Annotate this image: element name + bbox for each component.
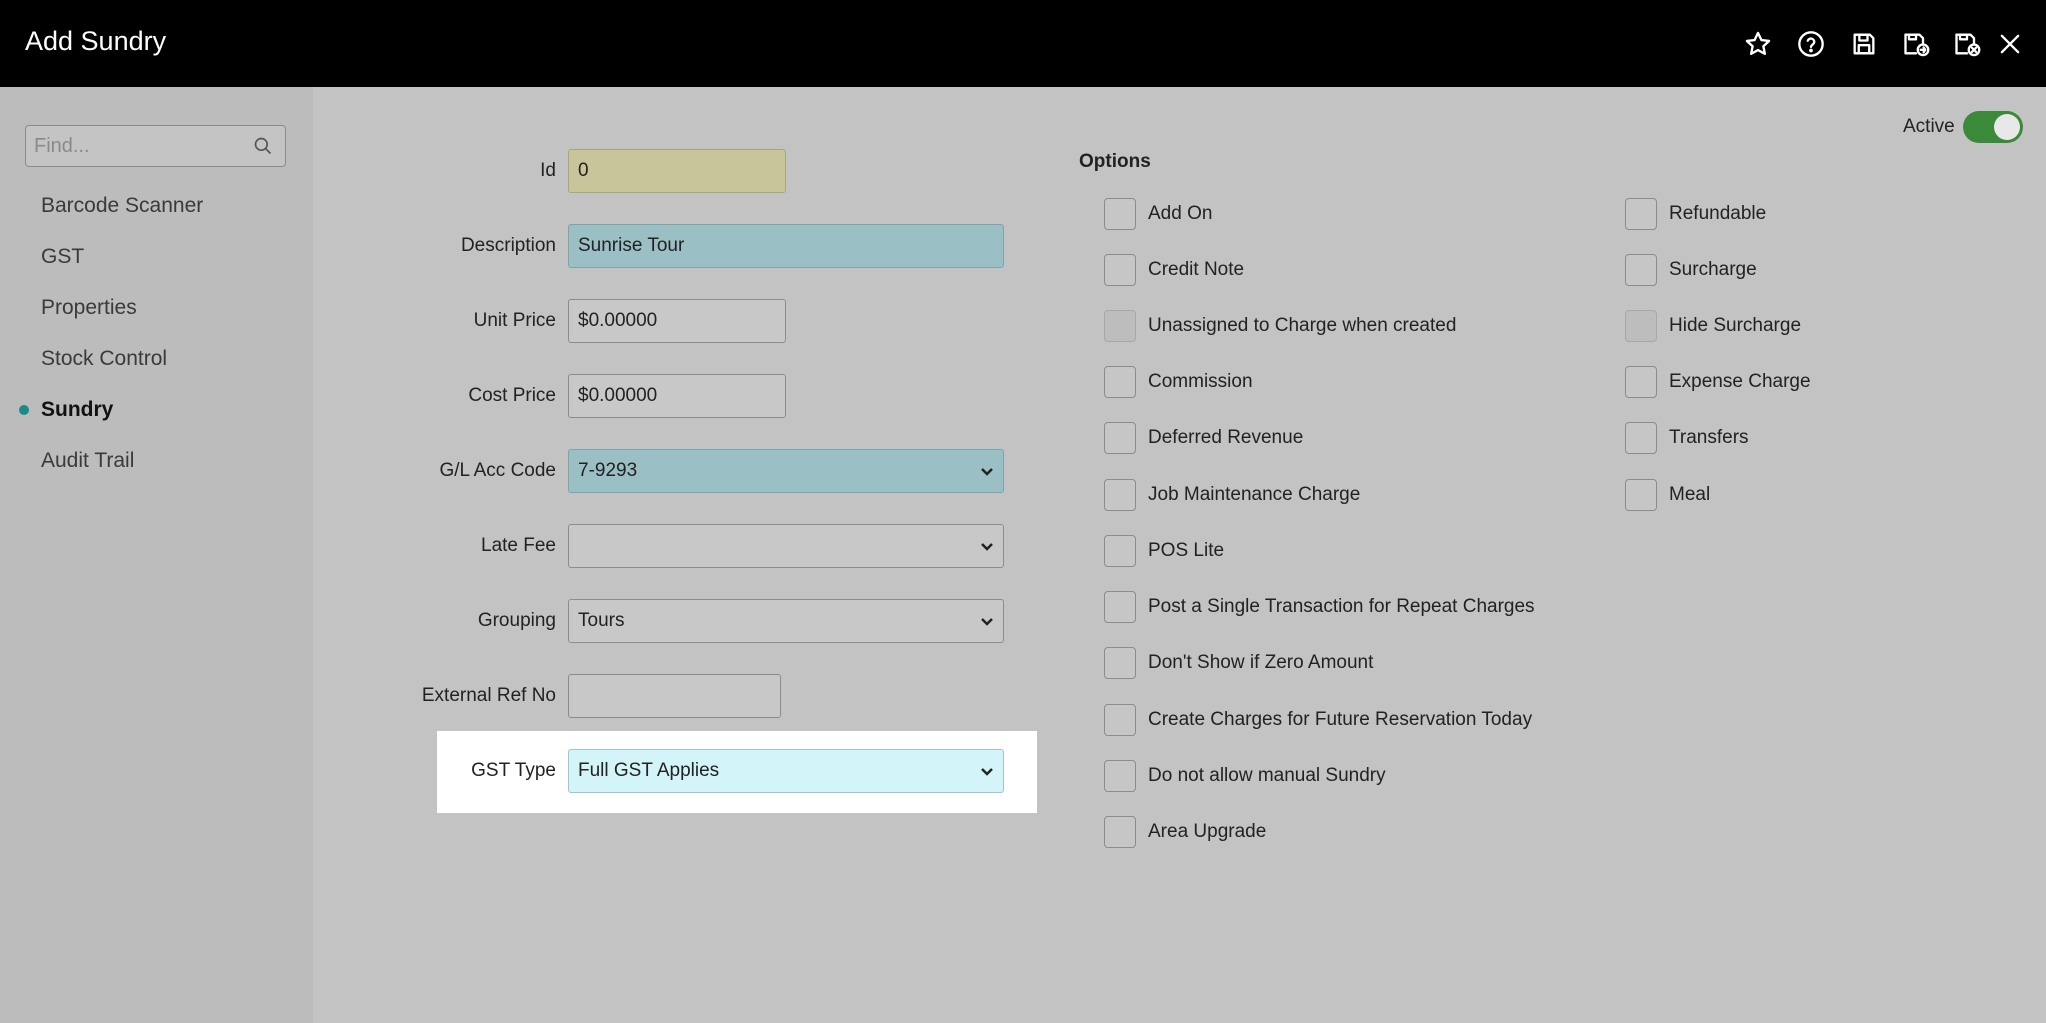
- cost-price-field[interactable]: $0.00000: [568, 374, 786, 418]
- active-toggle[interactable]: [1963, 111, 2023, 143]
- search-input[interactable]: [34, 126, 254, 166]
- checkbox-commission[interactable]: [1104, 366, 1136, 398]
- checkbox-unassigned-to-charge: [1104, 310, 1136, 342]
- checkbox-label: Area Upgrade: [1148, 821, 1267, 842]
- gl-acc-code-select[interactable]: 7-9293: [568, 449, 1004, 493]
- checkbox-label: Refundable: [1669, 203, 1767, 224]
- id-label: Id: [540, 160, 556, 181]
- active-label: Active: [1903, 116, 1955, 137]
- gl-acc-code-label: G/L Acc Code: [439, 460, 556, 481]
- checkbox-add-on[interactable]: [1104, 198, 1136, 230]
- checkbox-expense-charge[interactable]: [1625, 366, 1657, 398]
- unit-price-label: Unit Price: [473, 310, 556, 331]
- checkbox-refundable[interactable]: [1625, 198, 1657, 230]
- checkbox-label: Credit Note: [1148, 259, 1245, 280]
- save-and-close-icon[interactable]: [1951, 28, 1983, 60]
- gst-type-label: GST Type: [471, 760, 556, 781]
- grouping-value: Tours: [578, 610, 625, 631]
- checkbox-dont-show-if-zero[interactable]: [1104, 647, 1136, 679]
- star-icon[interactable]: [1742, 28, 1774, 60]
- chevron-down-icon: [979, 463, 995, 479]
- checkbox-area-upgrade[interactable]: [1104, 816, 1136, 848]
- grouping-label: Grouping: [477, 610, 556, 631]
- sidebar-item-stock-control[interactable]: Stock Control: [41, 347, 167, 371]
- checkbox-deferred-revenue[interactable]: [1104, 422, 1136, 454]
- gst-type-select[interactable]: Full GST Applies: [568, 749, 1004, 793]
- external-ref-field[interactable]: [568, 674, 781, 718]
- unit-price-field[interactable]: $0.00000: [568, 299, 786, 343]
- gst-type-value: Full GST Applies: [578, 760, 720, 781]
- checkbox-label: Add On: [1148, 203, 1213, 224]
- checkbox-label: Job Maintenance Charge: [1148, 484, 1361, 505]
- help-icon[interactable]: [1795, 28, 1827, 60]
- external-ref-label: External Ref No: [421, 685, 556, 706]
- active-indicator: [19, 405, 29, 415]
- gl-acc-code-value: 7-9293: [578, 460, 638, 481]
- sidebar-item-sundry[interactable]: Sundry: [41, 398, 113, 422]
- search-icon[interactable]: [253, 136, 273, 156]
- description-label: Description: [460, 235, 556, 256]
- id-field[interactable]: 0: [568, 149, 786, 193]
- sidebar-item-gst[interactable]: GST: [41, 245, 84, 269]
- checkbox-label: POS Lite: [1148, 540, 1225, 561]
- late-fee-label: Late Fee: [481, 535, 556, 556]
- grouping-select[interactable]: Tours: [568, 599, 1004, 643]
- sidebar-item-properties[interactable]: Properties: [41, 296, 137, 320]
- chevron-down-icon: [979, 763, 995, 779]
- description-field[interactable]: Sunrise Tour: [568, 224, 1004, 268]
- chevron-down-icon: [979, 613, 995, 629]
- checkbox-label: Unassigned to Charge when created: [1148, 315, 1457, 336]
- checkbox-label: Commission: [1148, 371, 1253, 392]
- header-bar: Add Sundry: [0, 0, 2046, 87]
- checkbox-label: Transfers: [1669, 427, 1749, 448]
- late-fee-select[interactable]: [568, 524, 1004, 568]
- checkbox-label: Create Charges for Future Reservation To…: [1148, 709, 1533, 730]
- checkbox-label: Do not allow manual Sundry: [1148, 765, 1386, 786]
- chevron-down-icon: [979, 538, 995, 554]
- sidebar-item-audit-trail[interactable]: Audit Trail: [41, 449, 134, 473]
- toggle-knob: [1994, 114, 2020, 140]
- checkbox-surcharge[interactable]: [1625, 254, 1657, 286]
- close-icon[interactable]: [1994, 28, 2026, 60]
- checkbox-label: Post a Single Transaction for Repeat Cha…: [1148, 596, 1535, 617]
- checkbox-job-maintenance-charge[interactable]: [1104, 479, 1136, 511]
- checkbox-post-single-transaction[interactable]: [1104, 591, 1136, 623]
- checkbox-hide-surcharge: [1625, 310, 1657, 342]
- sidebar: Barcode Scanner GST Properties Stock Con…: [0, 87, 313, 1023]
- checkbox-do-not-allow-manual[interactable]: [1104, 760, 1136, 792]
- checkbox-label: Expense Charge: [1669, 371, 1811, 392]
- checkbox-label: Don't Show if Zero Amount: [1148, 652, 1374, 673]
- checkbox-label: Hide Surcharge: [1669, 315, 1802, 336]
- save-icon[interactable]: [1848, 28, 1880, 60]
- checkbox-label: Meal: [1669, 484, 1711, 505]
- checkbox-meal[interactable]: [1625, 479, 1657, 511]
- checkbox-label: Deferred Revenue: [1148, 427, 1304, 448]
- checkbox-credit-note[interactable]: [1104, 254, 1136, 286]
- checkbox-create-charges-future[interactable]: [1104, 704, 1136, 736]
- checkbox-transfers[interactable]: [1625, 422, 1657, 454]
- options-title: Options: [1079, 151, 1151, 172]
- sidebar-item-barcode-scanner[interactable]: Barcode Scanner: [41, 194, 203, 218]
- cost-price-label: Cost Price: [468, 385, 556, 406]
- checkbox-pos-lite[interactable]: [1104, 535, 1136, 567]
- checkbox-label: Surcharge: [1669, 259, 1757, 280]
- save-and-new-icon[interactable]: [1900, 28, 1932, 60]
- page-title: Add Sundry: [25, 26, 167, 56]
- search-box: [25, 125, 286, 167]
